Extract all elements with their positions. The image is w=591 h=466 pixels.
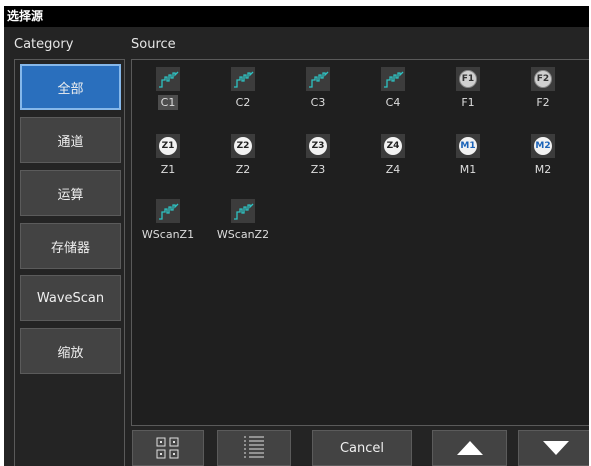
badge-text: F2: [534, 70, 552, 88]
source-label: WScanZ2: [216, 228, 270, 241]
source-item[interactable]: C3: [283, 64, 353, 118]
zoom-badge-icon: Z1: [156, 134, 180, 158]
source-label: M2: [534, 163, 552, 176]
source-item[interactable]: C4: [358, 64, 428, 118]
source-item[interactable]: C1: [133, 64, 203, 118]
waveform-icon: [381, 67, 405, 91]
source-item[interactable]: Z1 Z1: [133, 131, 203, 185]
source-label: M1: [459, 163, 477, 176]
source-label: Z3: [310, 163, 326, 176]
source-item[interactable]: M2 M2: [508, 131, 578, 185]
source-label: C3: [310, 96, 326, 109]
source-item[interactable]: WScanZ1: [133, 196, 203, 250]
memory-badge-icon: M2: [531, 134, 555, 158]
select-source-dialog: 选择源 Category Source 全部 通道 运算 存储器 WaveScan 缩放 …: [4, 6, 589, 466]
category-button-1[interactable]: 通道: [20, 117, 121, 163]
category-button-0[interactable]: 全部: [20, 64, 121, 110]
function-badge-icon: F2: [531, 67, 555, 91]
arrow-up-icon: [456, 441, 483, 455]
source-label: F2: [536, 96, 550, 109]
category-button-2[interactable]: 运算: [20, 170, 121, 216]
waveform-icon: [156, 67, 180, 91]
source-item[interactable]: Z3 Z3: [283, 131, 353, 185]
category-header: Category: [14, 37, 74, 52]
source-label: Z4: [385, 163, 401, 176]
badge-text: Z2: [234, 137, 252, 155]
zoom-badge-icon: Z4: [381, 134, 405, 158]
function-badge-icon: F1: [456, 67, 480, 91]
grid-view-icon: [156, 437, 179, 459]
list-view-button[interactable]: [217, 430, 291, 466]
source-item[interactable]: WScanZ2: [208, 196, 278, 250]
scroll-down-button[interactable]: [518, 430, 589, 466]
source-label: WScanZ1: [141, 228, 195, 241]
source-label: C1: [157, 95, 179, 110]
cancel-button[interactable]: Cancel: [312, 430, 412, 466]
category-panel: 全部通道运算存储器 WaveScan 缩放: [14, 59, 125, 466]
scroll-up-button[interactable]: [432, 430, 507, 466]
source-panel: C1 C2 C3 C4 F1 F1 F2 F2 Z1 Z1 Z2 Z2 Z3 Z3 Z4 Z4 M1 M1 M2 M2…: [131, 59, 589, 426]
zoom-badge-icon: Z2: [231, 134, 255, 158]
waveform-icon: [231, 67, 255, 91]
source-header: Source: [131, 37, 176, 52]
dialog-title: 选择源: [4, 6, 589, 27]
list-view-icon: [244, 436, 264, 458]
source-item[interactable]: M1 M1: [433, 131, 503, 185]
badge-text: M1: [459, 137, 477, 155]
source-item[interactable]: Z2 Z2: [208, 131, 278, 185]
source-label: C4: [385, 96, 401, 109]
zoom-badge-icon: Z3: [306, 134, 330, 158]
badge-text: F1: [459, 70, 477, 88]
badge-text: M2: [534, 137, 552, 155]
category-button-4[interactable]: WaveScan: [20, 275, 121, 321]
source-label: C2: [235, 96, 251, 109]
source-item[interactable]: C2: [208, 64, 278, 118]
source-label: Z2: [235, 163, 251, 176]
source-label: Z1: [160, 163, 176, 176]
waveform-icon: [231, 199, 255, 223]
source-item[interactable]: F2 F2: [508, 64, 578, 118]
source-item[interactable]: F1 F1: [433, 64, 503, 118]
arrow-down-icon: [542, 441, 569, 455]
waveform-icon: [156, 199, 180, 223]
badge-text: Z1: [159, 137, 177, 155]
source-item[interactable]: Z4 Z4: [358, 131, 428, 185]
source-label: F1: [461, 96, 475, 109]
memory-badge-icon: M1: [456, 134, 480, 158]
badge-text: Z3: [309, 137, 327, 155]
category-button-5[interactable]: 缩放: [20, 328, 121, 374]
waveform-icon: [306, 67, 330, 91]
category-button-3[interactable]: 存储器: [20, 223, 121, 269]
grid-view-button[interactable]: [132, 430, 204, 466]
badge-text: Z4: [384, 137, 402, 155]
